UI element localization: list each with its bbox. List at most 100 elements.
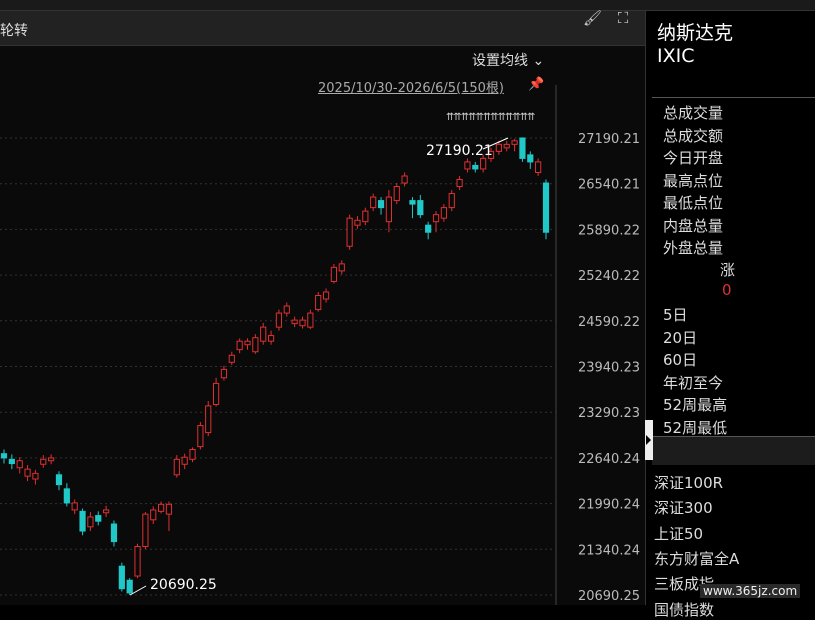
period-label: 年初至今 — [663, 373, 724, 392]
candle-body — [370, 196, 377, 209]
y-tick-label: 21340.24 — [578, 543, 640, 558]
candle-body — [181, 456, 188, 465]
candle-body — [150, 509, 157, 521]
candle-body — [330, 266, 338, 282]
candle-body — [401, 175, 408, 184]
y-tick-label: 27190.21 — [578, 132, 640, 147]
y-tick-label: 25890.22 — [578, 223, 640, 238]
period-label: 52周最高 — [663, 396, 728, 414]
index-list-item[interactable]: 深证300 — [654, 497, 713, 518]
candle-body — [173, 458, 180, 476]
candle-body — [126, 579, 133, 594]
candle-body — [322, 291, 330, 300]
index-list-item[interactable]: 国债指数 — [654, 599, 714, 620]
candle-body — [456, 178, 463, 188]
chart-title: 轮转 — [0, 23, 28, 39]
candle-body — [511, 140, 518, 145]
candle-body — [40, 458, 47, 465]
y-tick-label: 25240.22 — [578, 269, 640, 284]
quote-field-label: 最低点位 — [663, 194, 724, 212]
candle-body — [283, 305, 290, 314]
index-list-item[interactable]: 东方财富全A — [654, 548, 739, 569]
y-tick-label: 24590.22 — [578, 315, 640, 330]
candle-body — [87, 516, 94, 528]
candle-body — [142, 513, 149, 548]
candle-body — [315, 295, 322, 311]
candle-body — [8, 458, 15, 465]
candle-body — [535, 161, 542, 173]
candle-body — [354, 219, 361, 226]
candle-body — [448, 193, 455, 209]
quote-field-label: 内盘总量 — [663, 216, 724, 235]
candle-body — [110, 523, 118, 543]
candle-body — [480, 157, 487, 170]
low-annotation: 20690.25 — [150, 577, 217, 593]
change-label: 涨 — [720, 261, 736, 279]
quote-field-label: 外盘总量 — [663, 239, 724, 257]
candle-body — [409, 200, 416, 205]
high-annotation: 27190.21 — [426, 143, 493, 159]
candle-body — [267, 335, 275, 342]
quote-field-label: 总成交额 — [663, 126, 724, 145]
candle-body — [472, 164, 479, 170]
candle-body — [118, 565, 125, 590]
y-tick-label: 26540.21 — [578, 178, 640, 193]
candle-body — [236, 340, 243, 351]
candle-body — [48, 457, 55, 462]
candle-body — [299, 319, 306, 327]
y-tick-label: 22640.24 — [578, 452, 640, 467]
quote-field-label: 今日开盘 — [663, 149, 724, 167]
candle-body — [519, 137, 526, 159]
candle-body — [417, 200, 424, 216]
candle-body — [95, 515, 102, 522]
candle-body — [542, 182, 550, 233]
candle-body — [385, 196, 392, 223]
period-label: 60日 — [663, 351, 698, 369]
candle-body — [0, 453, 8, 459]
candle-body — [495, 143, 502, 152]
candle-body — [134, 546, 141, 577]
sidebar-gap — [652, 437, 815, 465]
quote-field-label: 总成交量 — [663, 104, 724, 122]
top-bar — [0, 0, 815, 11]
candle-body — [346, 217, 353, 247]
candle-body — [393, 186, 400, 202]
candle-body — [197, 425, 204, 448]
candle-body — [377, 200, 385, 209]
period-label: 52周最低 — [663, 418, 728, 437]
candle-body — [464, 161, 471, 170]
change-value: 0 — [722, 281, 732, 299]
candlestick-chart[interactable]: 27190.21 26540.21 25890.22 25240.22 24590.22… — [0, 45, 645, 605]
fullscreen-icon[interactable]: ⛶ — [614, 9, 632, 27]
candle-body — [189, 448, 196, 460]
index-list-item[interactable]: 深证100R — [654, 472, 723, 493]
candle-body — [55, 474, 63, 486]
index-list-item[interactable]: 上证50 — [654, 523, 703, 544]
index-name: 纳斯达克 — [657, 22, 734, 44]
chart-header: 轮转 — [0, 11, 645, 46]
candle-body — [228, 354, 235, 363]
candle-body — [165, 503, 173, 515]
period-label: 20日 — [663, 328, 698, 347]
candle-body — [212, 382, 220, 405]
watermark: www.365jz.com — [700, 584, 801, 598]
candle-body — [220, 368, 228, 379]
expand-toggle[interactable] — [645, 420, 653, 460]
candle-body — [244, 340, 251, 346]
candle-body — [24, 468, 31, 477]
candle-body — [527, 154, 534, 163]
index-code: IXIC — [657, 45, 695, 67]
candle-body — [362, 210, 369, 223]
candle-body — [252, 337, 259, 353]
y-tick-label: 20690.25 — [578, 589, 640, 604]
sidebar-divider — [652, 97, 815, 98]
candle-body — [307, 312, 314, 328]
candle-body — [425, 224, 432, 233]
candle-body — [205, 405, 212, 434]
y-tick-label: 23940.23 — [578, 361, 640, 376]
quote-field-label: 最高点位 — [663, 171, 724, 190]
candle-body — [503, 143, 510, 149]
candle-body — [71, 502, 78, 511]
brush-icon[interactable]: 🖌 — [583, 9, 602, 27]
candle-body — [275, 312, 283, 328]
